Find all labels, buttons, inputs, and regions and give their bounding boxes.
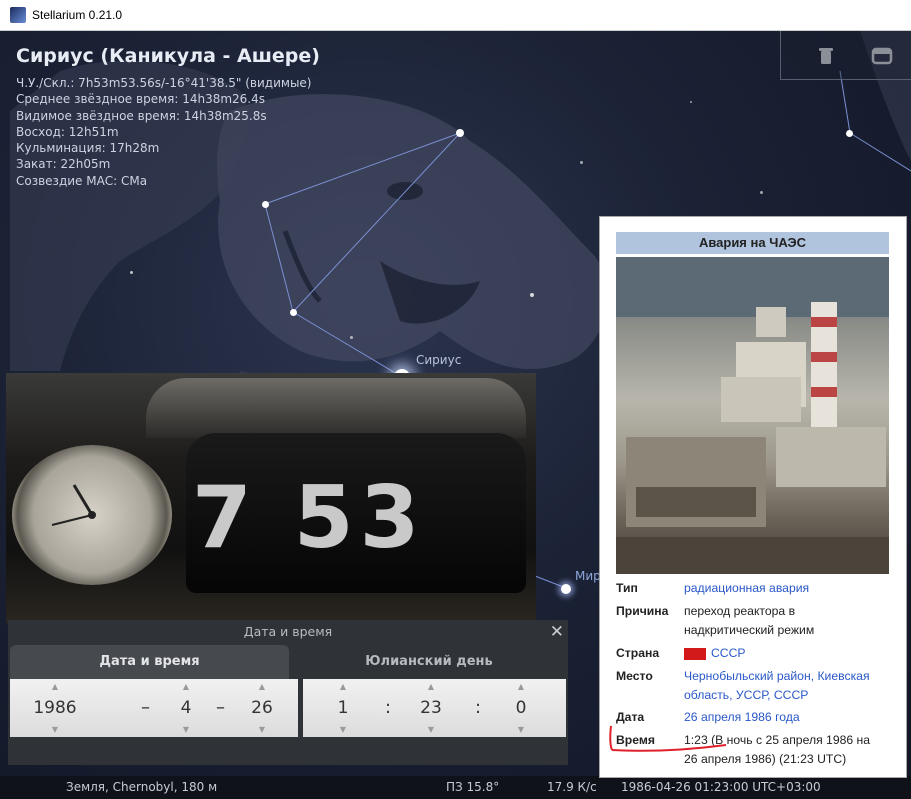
status-datetime: 1986-04-26 01:23:00 UTC+03:00 (621, 780, 821, 794)
info-line: Кульминация: 17h28m (16, 141, 160, 156)
row-value: переход реактора в надкритический режим (684, 604, 815, 637)
star[interactable] (456, 129, 464, 137)
star-mira[interactable] (561, 584, 571, 594)
year-value[interactable]: 1986 (15, 698, 95, 718)
row-value-link[interactable]: Чернобыльский район, Киевская область, У… (684, 667, 884, 705)
month-up-icon[interactable]: ▲ (156, 682, 216, 691)
tab-date-time[interactable]: Дата и время (10, 645, 289, 679)
row-key: Тип (616, 581, 638, 595)
tab-julian-day[interactable]: Юлианский день (292, 645, 566, 679)
day-up-icon[interactable]: ▲ (232, 682, 292, 691)
info-line: Закат: 22h05m (16, 157, 111, 172)
date-field: ▲ 1986 ▼ – ▲ 4 ▼ – ▲ 26 ▼ (10, 679, 298, 737)
star (690, 101, 692, 103)
time-field: ▲ 1 ▼ : ▲ 23 ▼ : ▲ 0 ▼ (303, 679, 566, 737)
dialog-title: Дата и время (243, 624, 333, 639)
month-spinner[interactable]: ▲ 4 ▼ (156, 679, 216, 737)
analog-clock (12, 445, 172, 585)
red-annotation-underline (609, 725, 727, 752)
year-spinner[interactable]: ▲ 1986 ▼ (15, 679, 95, 737)
ussr-flag-icon (684, 648, 706, 660)
minute-spinner[interactable]: ▲ 23 ▼ (401, 679, 461, 737)
row-value-link[interactable]: СССР (684, 644, 911, 663)
wiki-infobox: Авария на ЧАЭС Тип радиационная авария П… (599, 216, 907, 778)
datetime-dialog: Дата и время ✕ Дата и время Юлианский де… (8, 620, 568, 765)
status-location: Земля, Chernobyl, 180 м (66, 780, 218, 794)
row-key: Место (616, 669, 653, 683)
window-icon[interactable] (871, 45, 893, 67)
star[interactable] (290, 309, 297, 316)
date-separator: – (216, 697, 225, 718)
chernobyl-photo (616, 257, 889, 574)
month-value[interactable]: 4 (156, 698, 216, 718)
second-spinner[interactable]: ▲ 0 ▼ (491, 679, 551, 737)
hour-spinner[interactable]: ▲ 1 ▼ (313, 679, 373, 737)
hour-up-icon[interactable]: ▲ (313, 682, 373, 691)
star (130, 271, 133, 274)
hour-down-icon[interactable]: ▼ (313, 725, 373, 734)
infobox-title: Авария на ЧАЭС (616, 232, 889, 254)
month-down-icon[interactable]: ▼ (156, 725, 216, 734)
close-icon[interactable]: ✕ (550, 622, 564, 642)
info-line: Ч.У./Скл.: 7h53m53.56s/-16°41'38.5" (вид… (16, 76, 312, 90)
day-spinner[interactable]: ▲ 26 ▼ (232, 679, 292, 737)
day-value[interactable]: 26 (232, 698, 292, 718)
clock-top (146, 378, 526, 438)
sirius-label: Сириус (416, 353, 462, 367)
second-value[interactable]: 0 (491, 698, 551, 718)
mira-label: Мир (575, 569, 601, 583)
time-separator: : (475, 697, 482, 718)
hour-value[interactable]: 1 (313, 698, 373, 718)
minute-up-icon[interactable]: ▲ (401, 682, 461, 691)
analog-clock-hands (51, 484, 96, 526)
window-title: Stellarium 0.21.0 (32, 8, 123, 22)
status-bar: Земля, Chernobyl, 180 м ПЗ 15.8° 17.9 К/… (0, 776, 911, 799)
star (580, 161, 583, 164)
object-info: Сириус (Каникула - Ашере) Ч.У./Скл.: 7h5… (16, 45, 320, 189)
object-name: Сириус (Каникула - Ашере) (16, 45, 320, 67)
star (530, 293, 534, 297)
info-line: Среднее звёздное время: 14h38m26.4s (16, 92, 266, 107)
row-value-link[interactable]: радиационная авария (684, 579, 884, 598)
top-right-toolbar (780, 31, 911, 80)
time-separator: : (385, 697, 392, 718)
stellarium-app-icon (10, 7, 26, 23)
star (350, 336, 353, 339)
date-separator: – (141, 697, 150, 718)
trash-icon[interactable] (815, 45, 837, 67)
flip-clock-digits: 7 53 (192, 468, 426, 568)
status-fps: 17.9 К/с (547, 780, 597, 794)
row-key: Причина (616, 604, 669, 618)
info-line: Видимое звёздное время: 14h38m25.8s (16, 108, 267, 123)
year-up-icon[interactable]: ▲ (15, 682, 95, 691)
year-down-icon[interactable]: ▼ (15, 725, 95, 734)
chernobyl-photo-art (616, 257, 889, 574)
status-fov: ПЗ 15.8° (446, 780, 500, 794)
minute-value[interactable]: 23 (401, 698, 461, 718)
second-up-icon[interactable]: ▲ (491, 682, 551, 691)
row-key: Страна (616, 646, 660, 660)
star[interactable] (262, 201, 269, 208)
info-line: Созвездие МАС: CMa (16, 173, 148, 188)
info-line: Восход: 12h51m (16, 124, 119, 139)
star (760, 191, 763, 194)
day-down-icon[interactable]: ▼ (232, 725, 292, 734)
window-titlebar: Stellarium 0.21.0 (0, 0, 911, 31)
star[interactable] (846, 130, 853, 137)
second-down-icon[interactable]: ▼ (491, 725, 551, 734)
minute-down-icon[interactable]: ▼ (401, 725, 461, 734)
clock-photo: 7 53 (6, 373, 536, 623)
